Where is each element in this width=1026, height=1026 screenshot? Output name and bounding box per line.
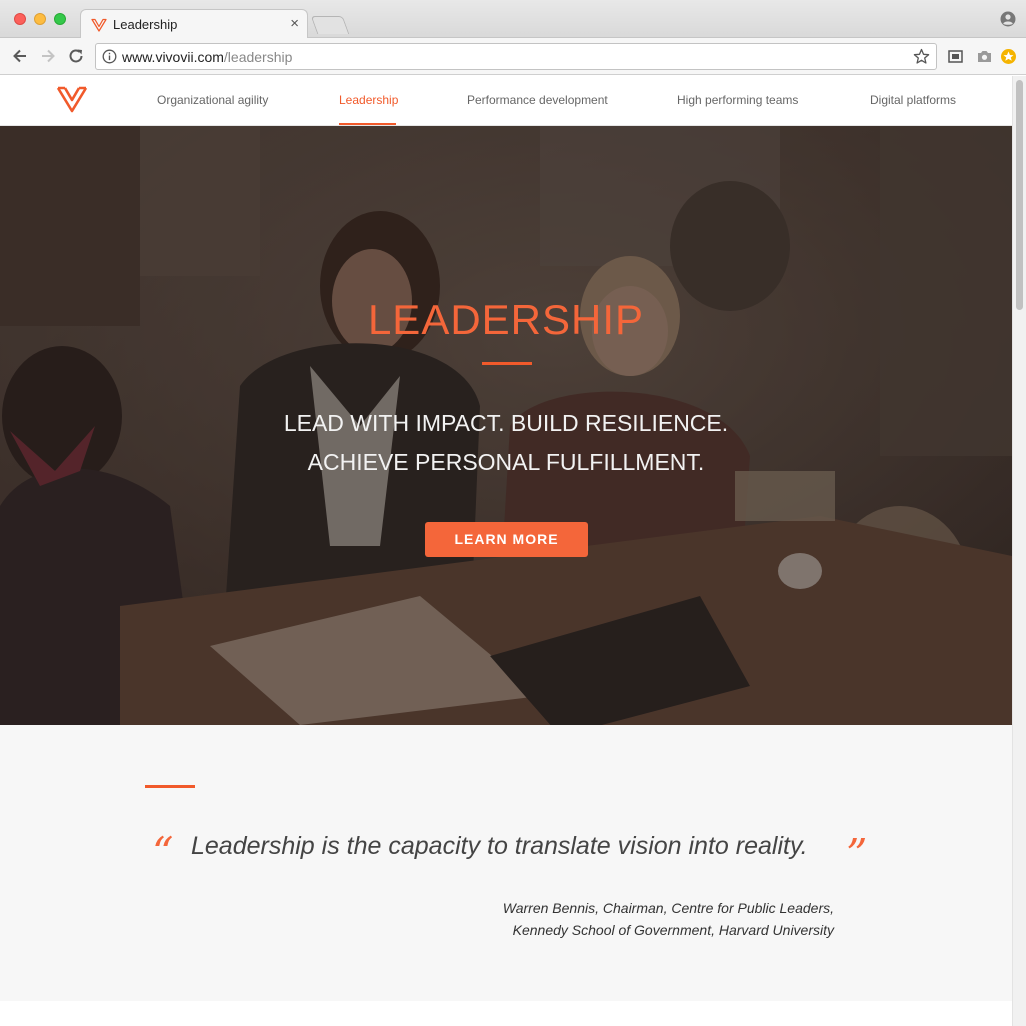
browser-toolbar: www.vivovii.com/leadership [0, 38, 1026, 75]
close-window-button[interactable] [14, 13, 26, 25]
browser-tab[interactable]: Leadership × [80, 9, 308, 39]
nav-item-organizational-agility[interactable]: Organizational agility [157, 93, 268, 107]
tab-title: Leadership [113, 17, 178, 32]
hero-banner: LEADERSHIP LEAD WITH IMPACT. BUILD RESIL… [0, 126, 1012, 725]
back-arrow-icon[interactable] [10, 46, 30, 66]
nav-item-digital-platforms[interactable]: Digital platforms [870, 93, 956, 107]
next-section [0, 1001, 1012, 1026]
quote-divider [145, 785, 195, 788]
close-quote-mark: ” [846, 830, 868, 879]
hero-title: LEADERSHIP [367, 296, 645, 343]
learn-more-button[interactable]: LEARN MORE [425, 522, 588, 557]
star-icon[interactable] [913, 48, 930, 65]
tab-close-icon[interactable]: × [290, 15, 299, 33]
new-tab-button[interactable] [310, 16, 350, 34]
forward-arrow-icon[interactable] [38, 46, 58, 66]
hero-subtitle-line2: ACHIEVE PERSONAL FULFILLMENT. [307, 449, 705, 475]
hero-subtitle-line1: LEAD WITH IMPACT. BUILD RESILIENCE. [283, 410, 729, 436]
quote-attribution-line1: Warren Bennis, Chairman, Centre for Publ… [502, 900, 834, 916]
nav-item-leadership[interactable]: Leadership [339, 93, 398, 107]
browser-titlebar: Leadership × [0, 0, 1026, 39]
camera-icon[interactable] [976, 48, 993, 65]
quote-text: Leadership is the capacity to translate … [191, 832, 808, 860]
nav-item-high-performing-teams[interactable]: High performing teams [677, 93, 798, 107]
reload-icon[interactable] [66, 46, 86, 66]
active-nav-indicator [339, 123, 396, 125]
vivovii-favicon-icon [91, 18, 107, 32]
maximize-window-button[interactable] [54, 13, 66, 25]
vivovii-logo-icon[interactable] [56, 85, 88, 113]
open-quote-mark: “ [152, 828, 174, 877]
extension-icon[interactable] [1000, 48, 1017, 65]
page-viewport: Organizational agility Leadership Perfor… [0, 76, 1012, 1026]
profile-icon[interactable] [1000, 11, 1016, 27]
scrollbar-thumb[interactable] [1016, 80, 1023, 310]
quote-section: “ Leadership is the capacity to translat… [0, 725, 1012, 1001]
url-text: www.vivovii.com/leadership [122, 49, 292, 65]
cast-icon[interactable] [947, 48, 964, 65]
site-navigation: Organizational agility Leadership Perfor… [0, 76, 1012, 126]
page-scrollbar[interactable] [1012, 76, 1026, 1026]
url-domain: www.vivovii.com [122, 49, 224, 65]
address-bar[interactable]: www.vivovii.com/leadership [95, 43, 937, 70]
url-path: /leadership [223, 49, 293, 65]
minimize-window-button[interactable] [34, 13, 46, 25]
quote-attribution-line2: Kennedy School of Government, Harvard Un… [512, 922, 834, 938]
info-icon[interactable] [102, 49, 117, 64]
nav-item-performance-development[interactable]: Performance development [467, 93, 608, 107]
hero-divider [482, 362, 532, 365]
